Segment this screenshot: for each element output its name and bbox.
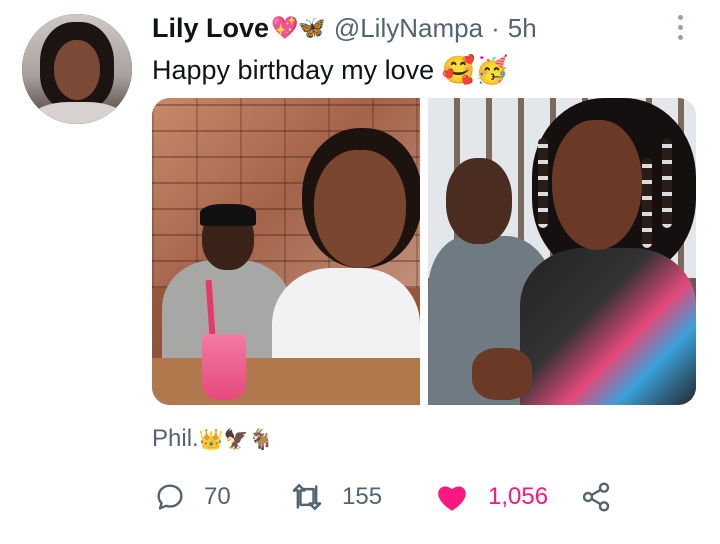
photo-braid: [538, 138, 548, 228]
user-handle[interactable]: @LilyNampa: [334, 13, 483, 44]
photo-left[interactable]: [152, 98, 420, 405]
photo-drink: [202, 334, 246, 400]
retweet-count: 155: [342, 483, 383, 510]
avatar[interactable]: [22, 14, 132, 124]
tweet-timestamp[interactable]: 5h: [508, 13, 537, 44]
retweet-button[interactable]: 155: [290, 472, 382, 522]
more-dot: [677, 34, 683, 40]
tweet-media: [152, 98, 696, 405]
more-dot: [677, 24, 683, 30]
photo-table: [152, 358, 420, 405]
share-button[interactable]: [580, 472, 612, 522]
reply-count: 70: [204, 483, 231, 510]
photo-braid: [642, 158, 652, 248]
display-name-emojis: 💖🦋: [271, 15, 326, 40]
photo-man-cap: [200, 204, 256, 226]
photo-hand: [472, 348, 532, 400]
avatar-shirt: [32, 102, 124, 124]
tweet-text: Happy birthday my love 🥰🥳: [152, 55, 509, 85]
caption-text: Phil.: [152, 425, 199, 452]
heart-icon: [438, 486, 466, 511]
display-name[interactable]: Lily Love: [152, 13, 269, 44]
photo-braid: [662, 138, 672, 228]
more-dot: [677, 14, 683, 20]
photo-right[interactable]: [428, 98, 696, 405]
caption-emojis: 👑🦅🐐: [198, 429, 274, 451]
tweet-header: Lily Love 💖🦋 @LilyNampa · 5h: [152, 10, 537, 46]
avatar-face: [54, 40, 100, 100]
photo-woman-top: [520, 248, 696, 405]
like-button[interactable]: 1,056: [436, 472, 548, 522]
retweet-icon: [292, 483, 322, 511]
tweet-caption: Phil.👑🦅🐐: [152, 424, 273, 455]
photo-woman-face: [314, 150, 406, 268]
reply-icon: [157, 484, 183, 510]
photo-man-head: [446, 158, 512, 244]
more-options-icon[interactable]: [668, 10, 692, 44]
separator-dot: ·: [491, 12, 500, 43]
tweet[interactable]: Lily Love 💖🦋 @LilyNampa · 5h Happy birth…: [0, 0, 720, 544]
like-count: 1,056: [488, 483, 549, 510]
photo-woman-face: [552, 120, 642, 250]
reply-button[interactable]: 70: [154, 472, 231, 522]
tweet-actions: 70 155 1,056: [152, 472, 692, 522]
share-icon: [582, 482, 610, 512]
